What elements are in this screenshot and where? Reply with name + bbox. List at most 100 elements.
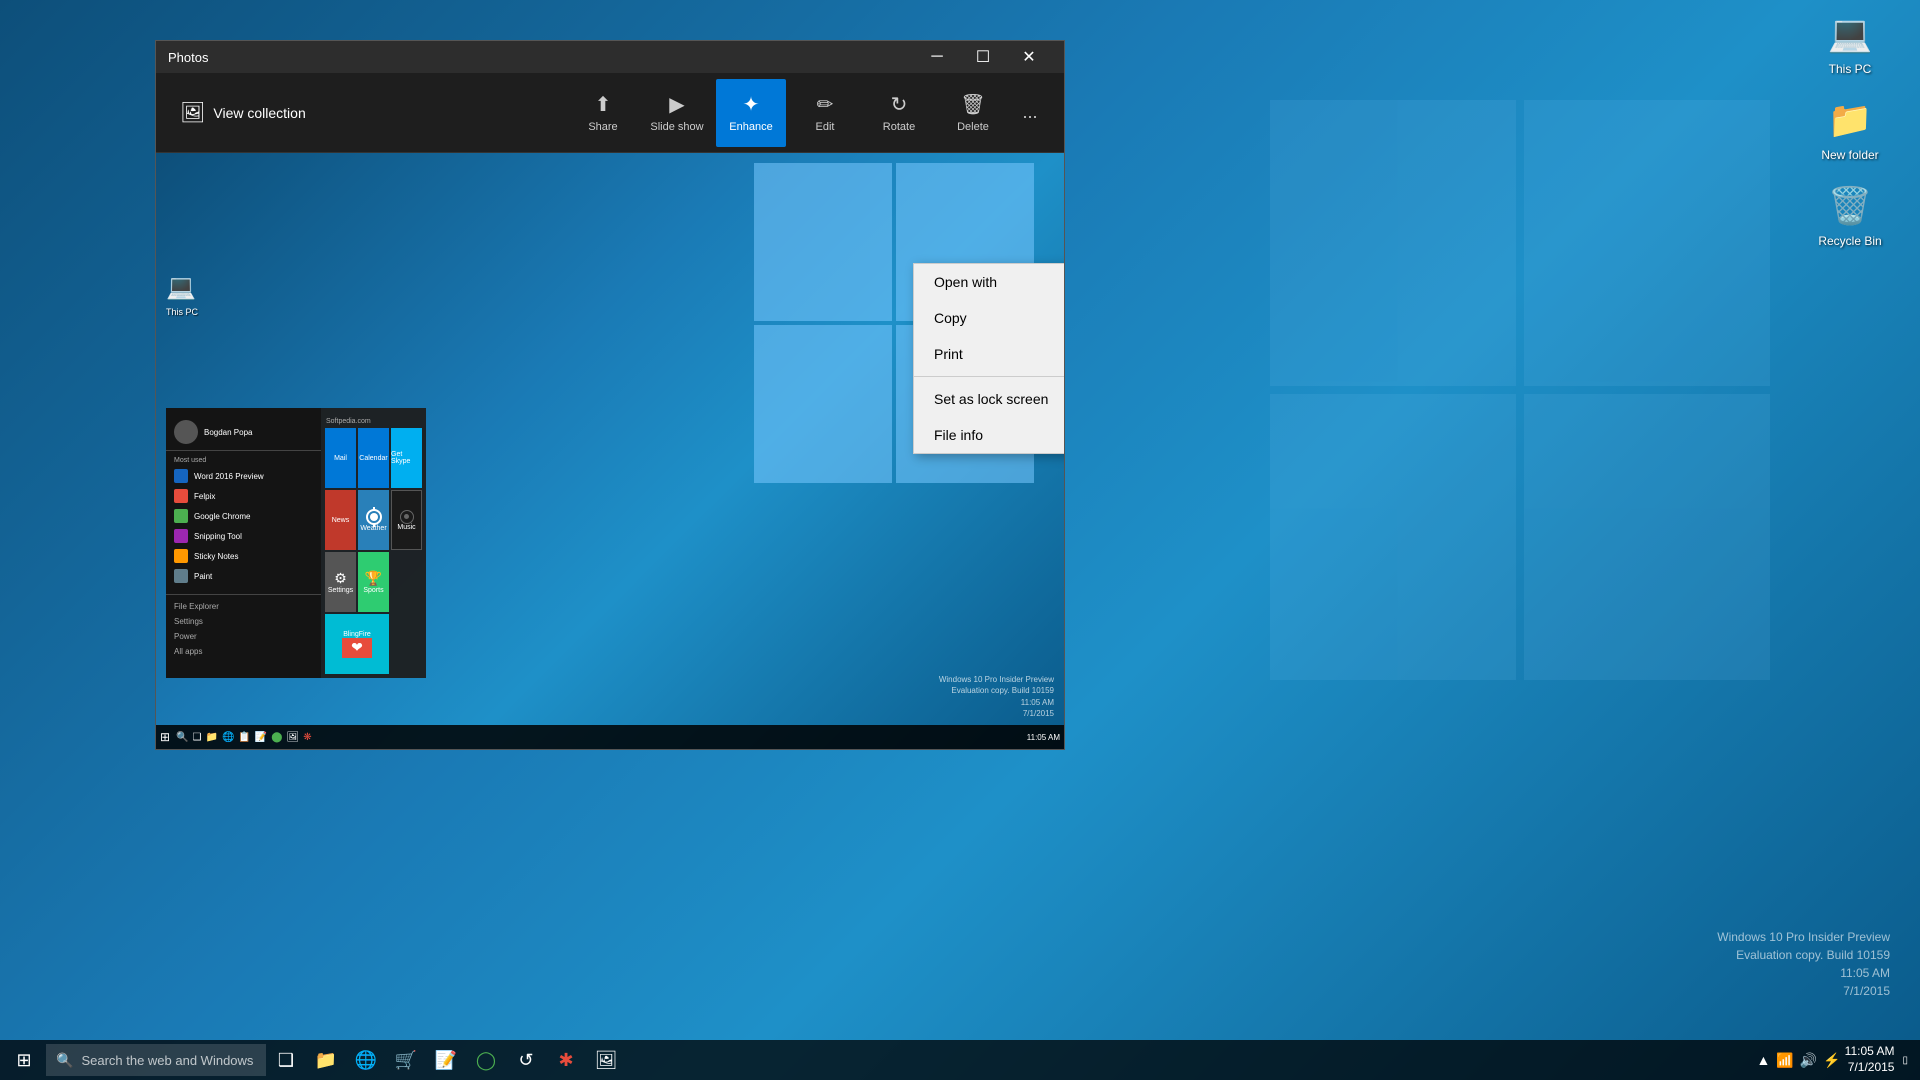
- inner-win-info: Windows 10 Pro Insider Preview Evaluatio…: [939, 674, 1054, 719]
- inner-start-menu: Bogdan Popa Most used Word 2016 Preview …: [166, 408, 426, 678]
- enhance-label: Enhance: [729, 121, 772, 133]
- inner-start-icon: ⊞: [160, 730, 170, 744]
- sticky-icon: [174, 549, 188, 563]
- inner-start-right: Mail Calendar Get Skype News Weather: [321, 408, 426, 678]
- watermark-line1: Windows 10 Pro Insider Preview: [1717, 928, 1890, 946]
- all-apps-label: All apps: [174, 647, 202, 656]
- taskbar-clock[interactable]: 11:05 AM 7/1/2015: [1845, 1044, 1895, 1075]
- taskbar-right: ▲ 📶 🔊 ⚡ 11:05 AM 7/1/2015 ▯: [1757, 1044, 1917, 1075]
- music-disc-icon: [400, 510, 414, 524]
- inner-store-icon: 📋: [238, 732, 250, 743]
- start-button[interactable]: ⊞: [4, 1040, 44, 1080]
- paint-icon: [174, 569, 188, 583]
- inner-settings: Settings: [166, 614, 321, 629]
- chrome-icon: [174, 509, 188, 523]
- rotate-icon: ↻: [891, 92, 908, 117]
- desktop-icons-container: 💻 This PC 📁 New folder 🗑️ Recycle Bin: [1810, 10, 1890, 248]
- chrome-taskbar-button[interactable]: ◯: [466, 1040, 506, 1080]
- task-view-button[interactable]: ❑: [266, 1040, 306, 1080]
- share-button[interactable]: ⬆ Share: [568, 79, 638, 147]
- notifications-icon[interactable]: ▲: [1757, 1052, 1771, 1068]
- tile-music: Music: [391, 490, 422, 550]
- photos-window: Photos ─ ☐ ✕ 🖼 View collection ⬆ Share ▶: [155, 40, 1065, 750]
- inner-folder-icon: 📁: [205, 732, 217, 743]
- inner-file-explorer: File Explorer: [166, 599, 321, 614]
- edge-browser-taskbar-button[interactable]: 🌐: [346, 1040, 386, 1080]
- tile-settings: ⚙ Settings: [325, 552, 356, 612]
- chrome-label: Google Chrome: [194, 512, 250, 521]
- tile-skype-label: Get Skype: [391, 451, 422, 465]
- context-open-with[interactable]: Open with: [914, 264, 1064, 300]
- inner-search-icon: 🔍: [176, 732, 188, 743]
- inner-desktop-icons: 💻 This PC: [166, 273, 198, 317]
- win-logo-pane-tl: [754, 163, 892, 321]
- new-folder-icon: 📁: [1826, 96, 1874, 144]
- more-options-button[interactable]: ...: [1012, 95, 1048, 131]
- inner-app-snipping: Snipping Tool: [166, 526, 321, 546]
- volume-icon[interactable]: 🔊: [1800, 1052, 1817, 1069]
- window-titlebar: Photos ─ ☐ ✕: [156, 41, 1064, 73]
- share-icon: ⬆: [595, 92, 612, 117]
- minimize-button[interactable]: ─: [914, 41, 960, 73]
- tile-mail: Mail: [325, 428, 356, 488]
- search-box[interactable]: 🔍 Search the web and Windows: [46, 1044, 266, 1076]
- toolbar-right: ⬆ Share ▶ Slide show ✦ Enhance ✏ Edit ↻: [568, 79, 1048, 147]
- context-print[interactable]: Print: [914, 336, 1064, 372]
- network-icon[interactable]: 📶: [1776, 1052, 1793, 1069]
- windows-watermark: Windows 10 Pro Insider Preview Evaluatio…: [1717, 928, 1890, 1000]
- sports-icon: 🏆: [365, 570, 382, 587]
- view-collection-button[interactable]: 🖼 View collection: [172, 96, 314, 129]
- watermark-line3: 11:05 AM: [1717, 964, 1890, 982]
- clock-time: 11:05 AM: [1845, 1044, 1895, 1060]
- window-controls: ─ ☐ ✕: [914, 41, 1052, 73]
- inner-app-sticky: Sticky Notes: [166, 546, 321, 566]
- inner-all-apps: All apps: [166, 644, 321, 659]
- refresh-taskbar-button[interactable]: ↺: [506, 1040, 546, 1080]
- store-taskbar-button[interactable]: 🛒: [386, 1040, 426, 1080]
- recycle-bin-icon: 🗑️: [1826, 182, 1874, 230]
- tile-skype: Get Skype: [391, 428, 422, 488]
- search-icon: 🔍: [56, 1052, 73, 1069]
- edit-button[interactable]: ✏ Edit: [790, 79, 860, 147]
- search-placeholder: Search the web and Windows: [81, 1053, 253, 1068]
- close-button[interactable]: ✕: [1006, 41, 1052, 73]
- health-tile: ❤: [342, 638, 372, 658]
- enhance-button[interactable]: ✦ Enhance: [716, 79, 786, 147]
- photos-taskbar-button[interactable]: 🖼: [586, 1040, 626, 1080]
- inner-win-line2: Evaluation copy. Build 10159: [939, 685, 1054, 696]
- file-explorer-taskbar-button[interactable]: 📁: [306, 1040, 346, 1080]
- maximize-button[interactable]: ☐: [960, 41, 1006, 73]
- context-set-lock-screen[interactable]: Set as lock screen: [914, 381, 1064, 417]
- desktop: 💻 This PC 📁 New folder 🗑️ Recycle Bin Wi…: [0, 0, 1920, 1080]
- rotate-button[interactable]: ↻ Rotate: [864, 79, 934, 147]
- snipping-label: Snipping Tool: [194, 532, 242, 541]
- view-collection-label: View collection: [213, 105, 305, 121]
- settings-gear-icon: ⚙: [334, 570, 347, 587]
- security-taskbar-button[interactable]: ✱: [546, 1040, 586, 1080]
- tile-weather: Weather: [358, 490, 389, 550]
- context-copy[interactable]: Copy: [914, 300, 1064, 336]
- desktop-icon-this-pc[interactable]: 💻 This PC: [1810, 10, 1890, 76]
- context-file-info[interactable]: File info: [914, 417, 1064, 453]
- heart-icon: ❤: [351, 639, 363, 656]
- tile-sports: 🏆 Sports: [358, 552, 389, 612]
- context-menu-divider: [914, 376, 1064, 377]
- battery-icon[interactable]: ⚡: [1823, 1052, 1840, 1069]
- delete-button[interactable]: 🗑 Delete: [938, 79, 1008, 147]
- tile-cal: Calendar: [358, 428, 389, 488]
- inner-win-line3: 11:05 AM: [939, 697, 1054, 708]
- inner-app-paint: Paint: [166, 566, 321, 586]
- settings-label: Settings: [174, 617, 203, 626]
- word-taskbar-button[interactable]: 📝: [426, 1040, 466, 1080]
- desktop-icon-recycle-bin[interactable]: 🗑️ Recycle Bin: [1810, 182, 1890, 248]
- show-desktop-button[interactable]: ▯: [1902, 1055, 1908, 1066]
- tile-cal-label: Calendar: [359, 455, 387, 462]
- word-icon: [174, 469, 188, 483]
- inner-photos-taskbar-icon: 🖼: [287, 732, 300, 743]
- sticky-label: Sticky Notes: [194, 552, 238, 561]
- delete-icon: 🗑: [960, 92, 985, 117]
- share-label: Share: [588, 121, 617, 133]
- desktop-icon-new-folder[interactable]: 📁 New folder: [1810, 96, 1890, 162]
- slideshow-button[interactable]: ▶ Slide show: [642, 79, 712, 147]
- inner-app-chrome: Google Chrome: [166, 506, 321, 526]
